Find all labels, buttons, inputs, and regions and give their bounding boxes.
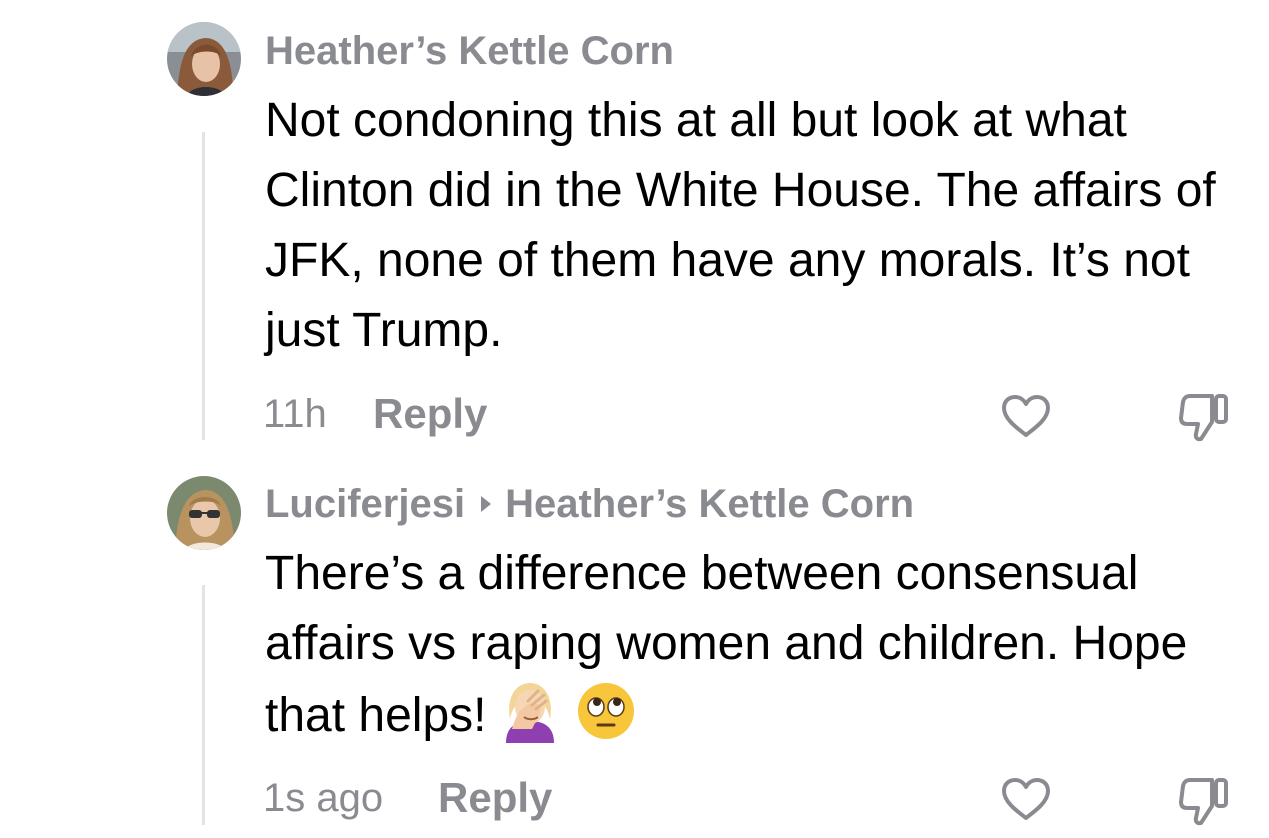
thread-line [202,132,205,440]
comment-timestamp: 1s ago [263,776,384,820]
avatar[interactable] [167,476,241,550]
reply-arrow-icon [481,496,492,513]
face-with-rolling-eyes-emoji [578,683,635,739]
reply-to-username[interactable]: Heather’s Kettle Corn [505,482,914,526]
comment-username[interactable]: Heather’s Kettle Corn [265,27,674,75]
comment-timestamp: 11h [263,392,327,436]
heart-icon[interactable] [1000,393,1052,439]
reply-button[interactable]: Reply [373,390,487,438]
dislike-icon[interactable] [1178,392,1232,442]
comment-username-line: Luciferjesi Heather’s Kettle Corn [265,480,914,528]
thread-line [202,585,205,825]
avatar[interactable] [167,22,241,96]
heart-icon[interactable] [1000,776,1052,822]
woman-facepalming-emoji [506,683,555,743]
comment-username[interactable]: Luciferjesi [265,482,465,526]
comment-text: There’s a difference between consensual … [265,539,1225,751]
comment-text: Not condoning this at all but look at wh… [265,94,1216,357]
dislike-icon[interactable] [1178,776,1232,826]
reply-button[interactable]: Reply [438,774,552,822]
comment-text-content: There’s a difference between consensual … [265,547,1188,742]
